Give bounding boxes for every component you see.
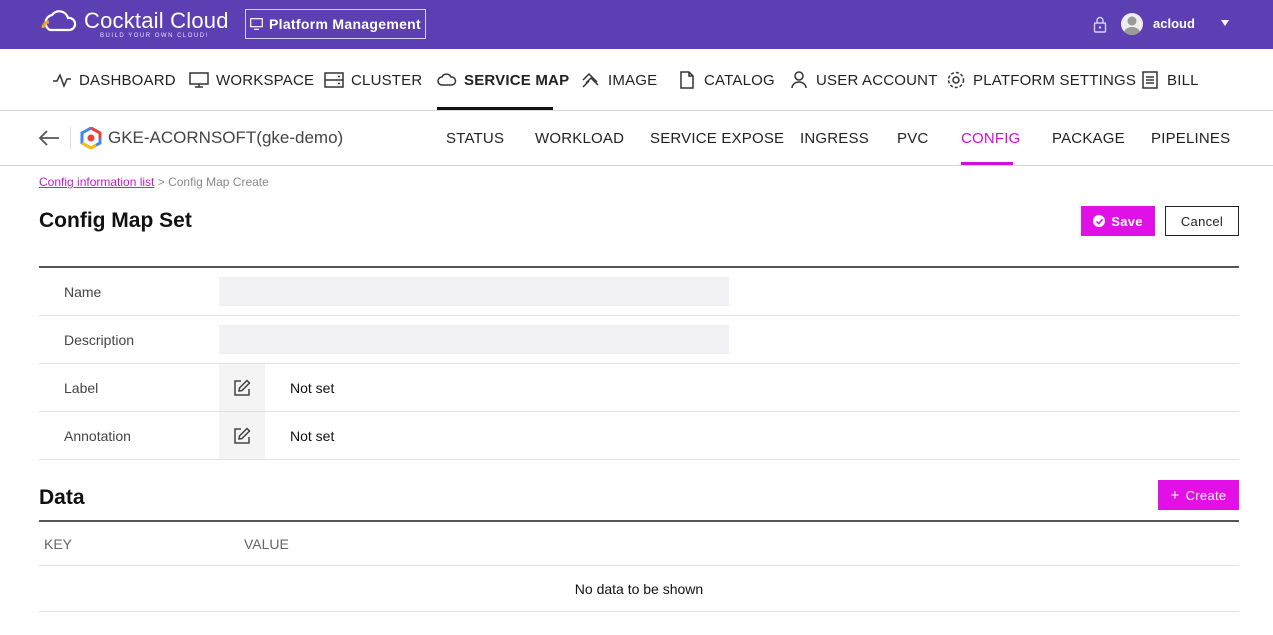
annotation-value: Not set: [290, 428, 335, 444]
cluster-name: GKE-ACORNSOFT(gke-demo): [108, 128, 344, 147]
logo-title: Cocktail Cloud: [84, 8, 229, 33]
create-label: Create: [1185, 487, 1227, 503]
avatar[interactable]: [1121, 13, 1143, 35]
breadcrumb-link[interactable]: Config information list: [39, 175, 154, 189]
nav-label: SERVICE MAP: [464, 71, 570, 89]
nav-label: BILL: [1167, 71, 1199, 89]
create-button[interactable]: + Create: [1158, 480, 1239, 510]
nav-label: CATALOG: [704, 71, 775, 89]
file-icon: [680, 71, 694, 89]
nav-label: DASHBOARD: [79, 71, 176, 89]
nav-item-catalog[interactable]: CATALOG: [677, 49, 775, 111]
name-label: Name: [64, 284, 102, 300]
form-row-annotation: Annotation Not set: [39, 412, 1239, 460]
label-edit-button[interactable]: [219, 364, 265, 411]
back-arrow-icon[interactable]: [38, 129, 60, 147]
nav-item-platform-settings[interactable]: PLATFORM SETTINGS: [946, 49, 1136, 111]
data-section-title: Data: [39, 486, 85, 509]
annotation-label: Annotation: [64, 428, 131, 444]
main-nav: DASHBOARD WORKSPACE CLUSTER SERVICE MAP …: [0, 49, 1273, 111]
label-label: Label: [64, 380, 99, 396]
nav-item-service-map[interactable]: SERVICE MAP: [437, 49, 569, 111]
gke-logo-icon: [80, 127, 102, 149]
nav-item-dashboard[interactable]: DASHBOARD: [52, 49, 176, 111]
platform-management-label: Platform Management: [269, 16, 421, 32]
key-column-header: KEY: [44, 536, 73, 552]
tab-package[interactable]: PACKAGE: [1052, 111, 1125, 166]
nav-item-bill[interactable]: BILL: [1140, 49, 1199, 111]
cancel-button[interactable]: Cancel: [1165, 206, 1239, 236]
tab-ingress[interactable]: INGRESS: [800, 111, 869, 166]
bill-icon: [1142, 71, 1158, 89]
nav-label: PLATFORM SETTINGS: [973, 71, 1137, 89]
annotation-edit-button[interactable]: [219, 412, 265, 459]
edit-icon: [234, 378, 251, 396]
logo[interactable]: Cocktail Cloud BUILD YOUR OWN CLOUD!: [40, 8, 229, 39]
sub-nav: GKE-ACORNSOFT(gke-demo) STATUS WORKLOAD …: [0, 111, 1273, 166]
tab-workload[interactable]: WORKLOAD: [535, 111, 624, 166]
data-table-header: KEY VALUE: [39, 522, 1239, 566]
user-avatar-icon: [1123, 16, 1141, 35]
breadcrumb-current: Config Map Create: [168, 175, 269, 189]
description-label: Description: [64, 332, 135, 348]
divider: [70, 127, 71, 149]
form-row-name: Name: [39, 268, 1239, 316]
save-label: Save: [1111, 213, 1143, 229]
caret-down-icon[interactable]: [1221, 20, 1229, 26]
nav-label: WORKSPACE: [216, 71, 315, 89]
form-row-label: Label Not set: [39, 364, 1239, 412]
tab-service-expose[interactable]: SERVICE EXPOSE: [650, 111, 784, 166]
platform-management-button[interactable]: Platform Management: [245, 9, 426, 39]
gear-icon: [947, 71, 965, 89]
cloud-icon: [437, 73, 457, 86]
check-circle-icon: [1093, 215, 1106, 227]
nav-item-image[interactable]: IMAGE: [581, 49, 657, 111]
lock-icon[interactable]: [1093, 16, 1107, 33]
nav-item-cluster[interactable]: CLUSTER: [324, 49, 422, 111]
save-button[interactable]: Save: [1081, 206, 1155, 236]
nav-item-workspace[interactable]: WORKSPACE: [189, 49, 314, 111]
server-icon: [324, 72, 344, 88]
tab-config[interactable]: CONFIG: [961, 111, 1021, 166]
empty-data-message: No data to be shown: [39, 566, 1239, 612]
nav-label: IMAGE: [608, 71, 658, 89]
edit-icon: [234, 426, 251, 444]
label-value: Not set: [290, 380, 335, 396]
breadcrumb: Config information list > Config Map Cre…: [39, 175, 269, 189]
nav-item-user-account[interactable]: USER ACCOUNT: [789, 49, 938, 111]
plus-icon: +: [1170, 486, 1180, 504]
active-nav-indicator: [437, 107, 553, 110]
activity-icon: [53, 73, 71, 89]
value-column-header: VALUE: [244, 536, 289, 552]
description-input[interactable]: [219, 325, 729, 354]
nav-label: CLUSTER: [351, 71, 423, 89]
top-bar: Cocktail Cloud BUILD YOUR OWN CLOUD! Pla…: [0, 0, 1273, 49]
logo-icon: [41, 10, 77, 32]
monitor-icon: [189, 72, 209, 88]
user-icon: [791, 71, 807, 89]
active-tab-indicator: [961, 162, 1013, 165]
monitor-icon: [250, 18, 263, 30]
breadcrumb-separator: >: [157, 175, 165, 189]
username[interactable]: acloud: [1153, 16, 1195, 31]
tab-pvc[interactable]: PVC: [897, 111, 928, 166]
tab-status[interactable]: STATUS: [446, 111, 504, 166]
tab-pipelines[interactable]: PIPELINES: [1151, 111, 1230, 166]
form-row-description: Description: [39, 316, 1239, 364]
name-input[interactable]: [219, 277, 729, 306]
nav-label: USER ACCOUNT: [816, 71, 938, 89]
image-icon: [582, 72, 599, 88]
page-title: Config Map Set: [39, 209, 192, 232]
